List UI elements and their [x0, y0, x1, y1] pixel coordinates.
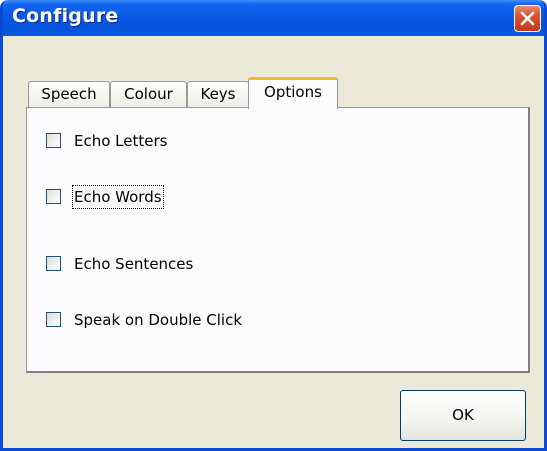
ok-button[interactable]: OK — [400, 390, 526, 441]
echo-words-label[interactable]: Echo Words — [72, 185, 164, 209]
echo-sentences-label[interactable]: Echo Sentences — [74, 254, 193, 274]
close-button[interactable] — [514, 5, 541, 32]
close-icon — [520, 11, 535, 26]
window-title: Configure — [12, 5, 119, 27]
echo-sentences-checkbox-box[interactable] — [46, 256, 61, 271]
tab-keys[interactable]: Keys — [187, 81, 249, 107]
speak-on-double-click-checkbox-box[interactable] — [46, 312, 61, 327]
echo-letters-label[interactable]: Echo Letters — [74, 131, 167, 151]
tab-options[interactable]: Options — [248, 77, 338, 109]
speak-on-double-click-label[interactable]: Speak on Double Click — [74, 310, 242, 330]
configure-dialog: Configure Speech Colour Keys Options Ech… — [0, 0, 547, 451]
echo-words-checkbox-box[interactable] — [46, 189, 61, 204]
tab-colour[interactable]: Colour — [110, 81, 187, 107]
title-bar[interactable]: Configure — [3, 0, 544, 36]
tab-speech[interactable]: Speech — [28, 81, 110, 107]
echo-letters-checkbox-box[interactable] — [46, 133, 61, 148]
